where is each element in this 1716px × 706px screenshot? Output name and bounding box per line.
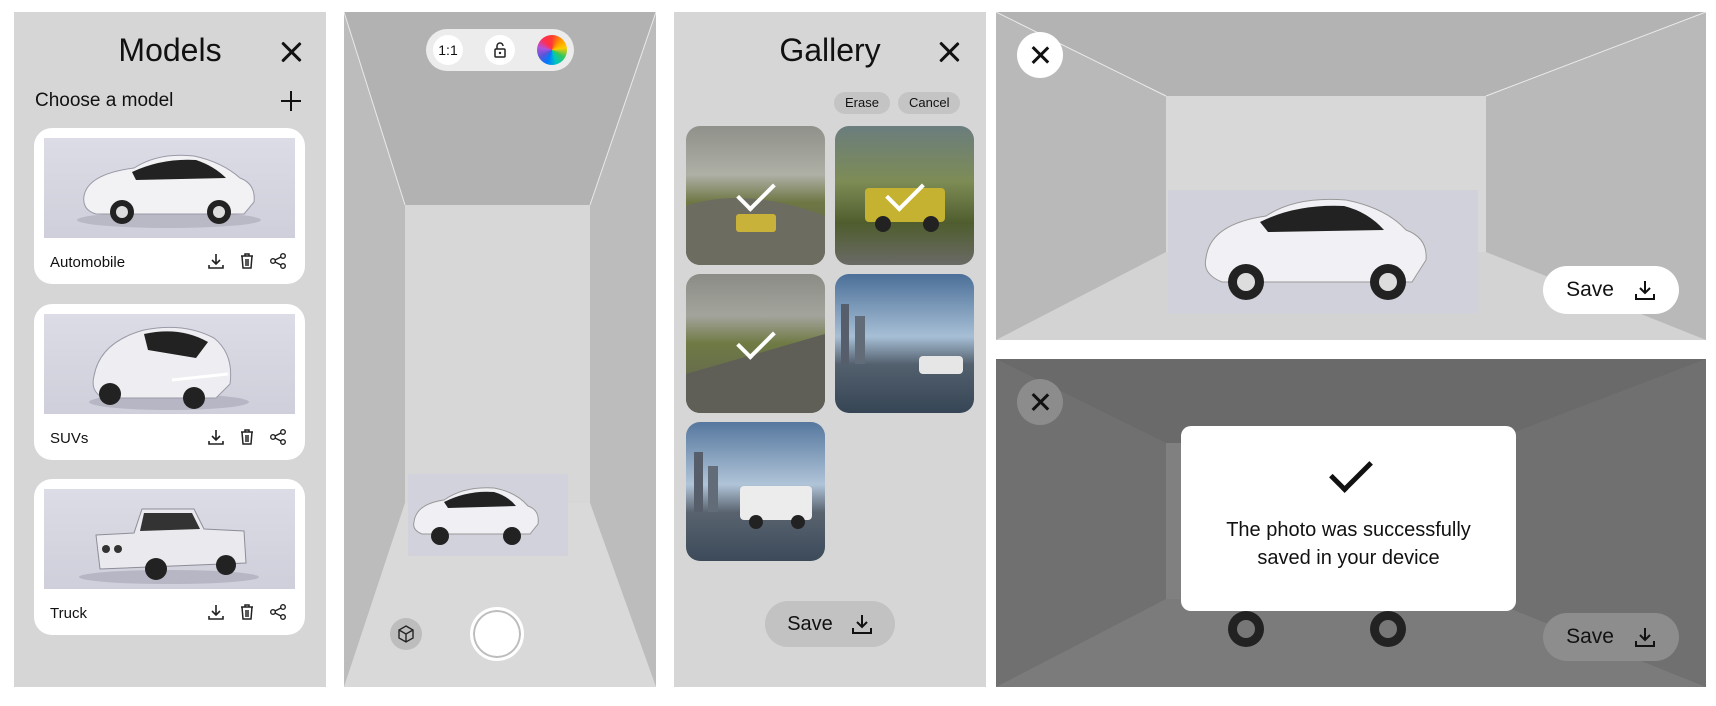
truck-image [79, 508, 259, 584]
add-model-icon[interactable] [280, 90, 302, 112]
card-label: SUVs [50, 430, 89, 447]
save-label: Save [787, 612, 833, 635]
share-icon[interactable] [269, 252, 287, 270]
models-screen: Models Choose a model Automobile SUVs Tr… [14, 12, 326, 687]
lock-icon[interactable] [485, 35, 515, 65]
share-icon[interactable] [269, 428, 287, 446]
model-card-automobile[interactable]: Automobile [34, 128, 305, 284]
download-icon[interactable] [207, 603, 225, 621]
suv-image [89, 326, 249, 410]
trash-icon[interactable] [238, 252, 256, 270]
download-icon [1634, 628, 1655, 647]
photo-saved-screen: Save The photo was successfully saved in… [996, 359, 1706, 687]
cancel-button[interactable]: Cancel [898, 92, 961, 114]
erase-button[interactable]: Erase [834, 92, 890, 114]
close-icon[interactable] [277, 38, 305, 66]
model-card-truck[interactable]: Truck [34, 479, 305, 635]
download-icon [1634, 281, 1655, 300]
save-label: Save [1566, 278, 1614, 301]
success-message: The photo was successfully saved in your… [1226, 519, 1471, 569]
trash-icon[interactable] [238, 428, 256, 446]
success-dialog: The photo was successfully saved in your… [1181, 426, 1516, 611]
camera-screen: 1:1 [344, 12, 656, 687]
share-icon[interactable] [269, 603, 287, 621]
gallery-image-5[interactable] [686, 422, 825, 561]
download-icon[interactable] [207, 252, 225, 270]
gallery-image-4[interactable] [835, 274, 974, 413]
save-label: Save [1566, 625, 1614, 648]
truck-thumbnail [44, 489, 295, 589]
gallery-image-2[interactable] [835, 126, 974, 265]
shutter-button[interactable] [470, 607, 524, 661]
download-icon [851, 615, 872, 634]
photo-preview-screen: Save [996, 12, 1706, 340]
close-icon[interactable] [935, 38, 963, 66]
choose-model-label: Choose a model [35, 90, 174, 111]
close-icon[interactable] [1017, 32, 1063, 78]
suv-thumbnail [44, 314, 295, 414]
save-button[interactable]: Save [1543, 613, 1679, 661]
checkmark-icon [1329, 449, 1373, 493]
download-icon[interactable] [207, 428, 225, 446]
camera-toolbar: 1:1 [426, 29, 574, 71]
model-card-suvs[interactable]: SUVs [34, 304, 305, 460]
room-backdrop [344, 12, 656, 687]
aspect-ratio-button[interactable]: 1:1 [433, 35, 463, 65]
gallery-image-3[interactable] [686, 274, 825, 413]
save-button[interactable]: Save [765, 601, 895, 647]
card-label: Truck [50, 605, 87, 622]
automobile-thumbnail [44, 138, 295, 238]
gallery-screen: Gallery Erase Cancel Save [674, 12, 986, 687]
card-label: Automobile [50, 254, 126, 271]
car-image [77, 154, 261, 228]
cube-icon[interactable] [390, 618, 422, 650]
trash-icon[interactable] [238, 603, 256, 621]
gallery-image-1[interactable] [686, 126, 825, 265]
save-button[interactable]: Save [1543, 266, 1679, 314]
close-icon[interactable] [1017, 379, 1063, 425]
color-wheel-icon[interactable] [537, 35, 567, 65]
